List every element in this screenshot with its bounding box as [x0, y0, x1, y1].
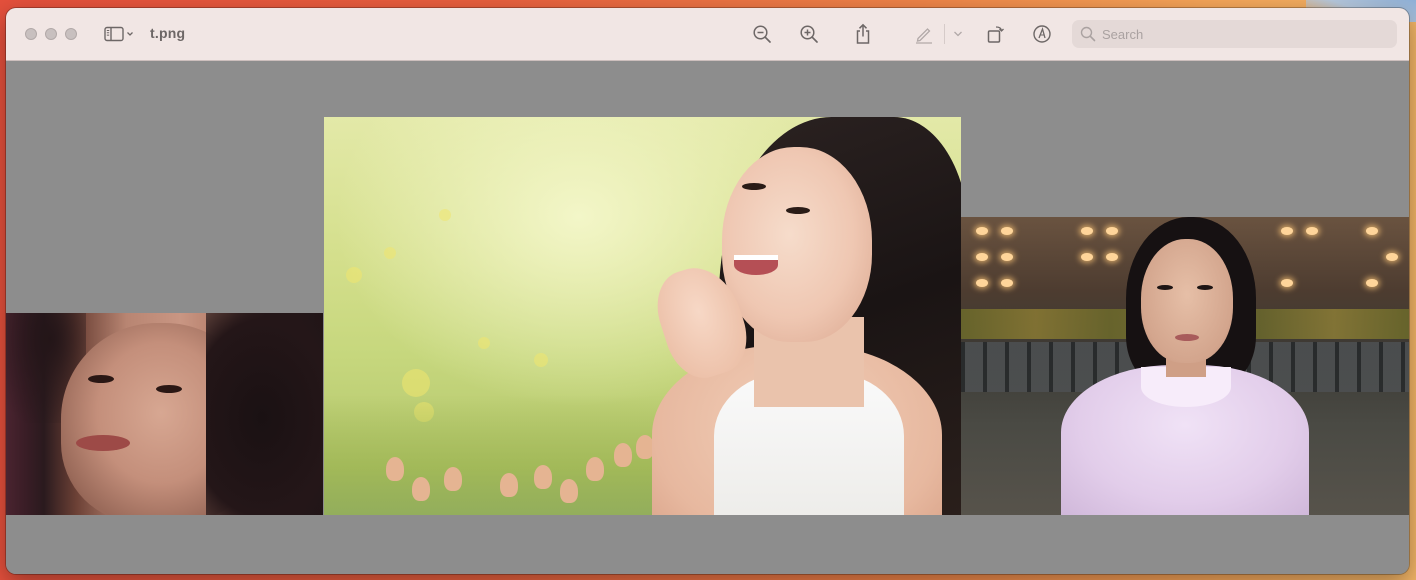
photo-street-portrait [961, 217, 1409, 515]
share-icon [856, 23, 870, 44]
zoom-in-button[interactable] [797, 22, 821, 46]
share-button[interactable] [851, 22, 875, 46]
annotate-circle-icon [1033, 25, 1051, 43]
sidebar-toggle-button[interactable] [102, 22, 136, 46]
search-input[interactable] [1102, 26, 1382, 42]
preview-window: t.png [6, 8, 1409, 574]
image-canvas [6, 61, 1409, 574]
chevron-down-icon [954, 31, 962, 37]
search-icon [1080, 26, 1096, 42]
rotate-button[interactable] [983, 22, 1007, 46]
markup-options-button[interactable] [950, 22, 966, 46]
zoom-in-icon [800, 25, 818, 43]
sidebar-icon [104, 26, 133, 42]
minimize-window-button[interactable] [45, 28, 57, 40]
photo-spring-portrait [324, 117, 961, 515]
annotate-button[interactable] [1030, 22, 1054, 46]
photo-close-up-portrait [6, 313, 323, 515]
markup-button[interactable] [912, 22, 936, 46]
document-title: t.png [150, 25, 186, 41]
zoom-out-button[interactable] [750, 22, 774, 46]
zoom-window-button[interactable] [65, 28, 77, 40]
pen-icon [916, 28, 932, 44]
toolbar-separator [944, 24, 945, 44]
rotate-icon [987, 26, 1004, 43]
close-window-button[interactable] [25, 28, 37, 40]
search-field[interactable] [1072, 20, 1397, 48]
title-bar: t.png [6, 8, 1409, 61]
zoom-out-icon [753, 25, 771, 43]
